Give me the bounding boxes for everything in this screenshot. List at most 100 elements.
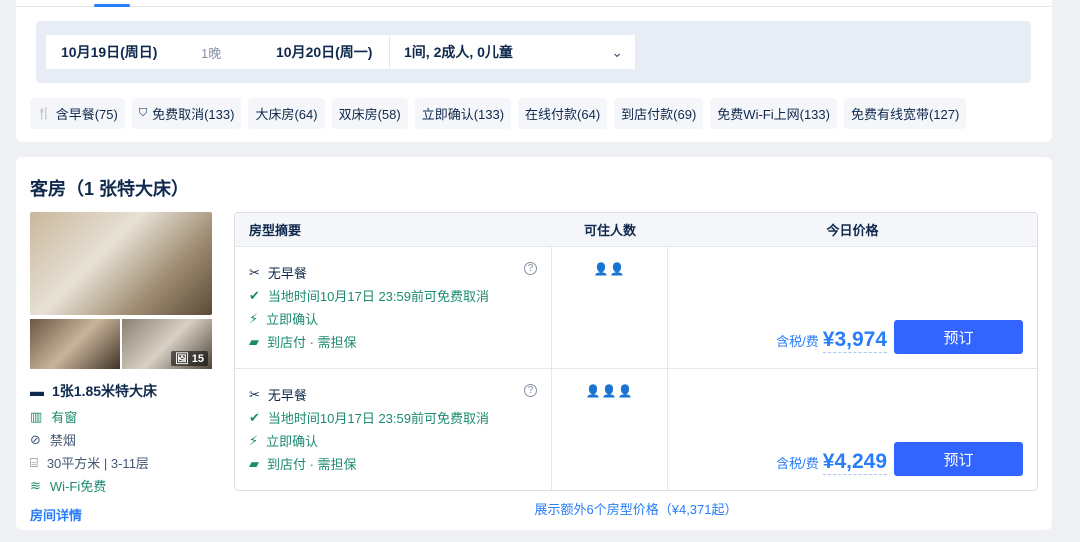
card-icon: ▰ xyxy=(249,333,259,349)
lightning-icon: ⚡ xyxy=(249,310,259,326)
smoking-info: ⊘ 禁烟 xyxy=(30,428,230,451)
meal-label: 无早餐 xyxy=(267,266,307,281)
chip-label: 双床房(58) xyxy=(338,107,401,122)
filter-breakfast[interactable]: 🍴 含早餐(75) xyxy=(30,98,125,129)
table-row: ✂ 无早餐 ? ✔ 当地时间10月17日 23:59前可免费取消 ⚡ 立即确认 ▰ 到店… xyxy=(235,246,1037,368)
chip-label: 大床房(64) xyxy=(255,107,318,122)
room-photo[interactable]: 🖼 15 xyxy=(122,319,212,369)
bed-label: 1张1.85米特大床 xyxy=(52,383,158,399)
room-photo[interactable] xyxy=(30,319,120,369)
window-label: 有窗 xyxy=(51,410,78,425)
filter-chips: 🍴 含早餐(75) ⛉ 免费取消(133) 大床房(64) 双床房(58) 立即确认… xyxy=(30,98,967,129)
book-button[interactable]: 预订 xyxy=(894,442,1023,476)
confirm-info: ⚡ 立即确认 xyxy=(249,307,537,330)
table-row: ✂ 无早餐 ? ✔ 当地时间10月17日 23:59前可免费取消 ⚡ 立即确认 ▰ 到店… xyxy=(235,368,1037,490)
cancel-label: 当地时间10月17日 23:59前可免费取消 xyxy=(267,411,489,426)
room-card: 客房（1 张特大床） 🖼 15 ▬ 1张1.85米特大床 ▥ 有窗 ⊘ 禁烟 ⌸ 30平… xyxy=(16,157,1052,530)
active-tab-indicator xyxy=(94,4,130,7)
table-header: 房型摘要 可住人数 今日价格 xyxy=(235,213,1037,246)
chevron-down-icon: ⌄ xyxy=(611,43,623,60)
chip-label: 免费有线宽带(127) xyxy=(850,107,960,122)
filter-free-wifi[interactable]: 免费Wi-Fi上网(133) xyxy=(710,98,837,129)
lightning-icon: ⚡ xyxy=(249,432,259,448)
filter-instant-confirm[interactable]: 立即确认(133) xyxy=(414,98,512,129)
search-panel: 10月19日(周日) 1晚 10月20日(周一) 1间, 2成人, 0儿童 ⌄ xyxy=(36,21,1031,83)
person-icon: 👤 xyxy=(585,384,602,398)
meal-info: ✂ 无早餐 xyxy=(249,383,537,406)
payment-info: ▰ 到店付 · 需担保 xyxy=(249,452,537,475)
payment-info: ▰ 到店付 · 需担保 xyxy=(249,330,537,353)
filter-pay-online[interactable]: 在线付款(64) xyxy=(518,98,608,129)
room-title: 客房（1 张特大床） xyxy=(30,179,190,199)
confirm-label: 立即确认 xyxy=(266,434,319,449)
photo-count: 🖼 15 xyxy=(170,351,208,366)
size-info: ⌸ 30平方米 | 3-11层 xyxy=(30,451,230,474)
date-guest-selector[interactable]: 10月19日(周日) 1晚 10月20日(周一) 1间, 2成人, 0儿童 ⌄ xyxy=(46,35,635,69)
cancel-info: ✔ 当地时间10月17日 23:59前可免费取消 xyxy=(249,284,537,307)
rate-table: 房型摘要 可住人数 今日价格 ✂ 无早餐 ? ✔ 当地时间10月17日 23:59前… xyxy=(234,212,1038,491)
window-icon: ▥ xyxy=(30,408,43,424)
occupancy-icons: 👤👤 xyxy=(552,247,668,368)
guest-selector[interactable]: 1间, 2成人, 0儿童 ⌄ xyxy=(389,35,635,69)
photo-count-value: 15 xyxy=(191,353,204,365)
filter-wired-broadband[interactable]: 免费有线宽带(127) xyxy=(843,98,967,129)
occupancy-icons: 👤👤👤 xyxy=(552,369,668,490)
payment-label: 到店付 · 需担保 xyxy=(267,335,357,350)
price: 含税/费 ¥3,974 xyxy=(776,328,887,353)
no-meal-icon: ✂ xyxy=(249,386,260,402)
chip-label: 立即确认(133) xyxy=(421,107,505,122)
search-card: 10月19日(周日) 1晚 10月20日(周一) 1间, 2成人, 0儿童 ⌄ 🍴… xyxy=(16,0,1052,142)
filter-free-cancel[interactable]: ⛉ 免费取消(133) xyxy=(131,98,242,129)
chip-label: 含早餐(75) xyxy=(55,107,118,122)
meal-label: 无早餐 xyxy=(267,388,307,403)
bed-icon: ▬ xyxy=(30,383,44,399)
utensils-icon: 🍴 xyxy=(37,108,51,120)
filter-pay-at-hotel[interactable]: 到店付款(69) xyxy=(614,98,704,129)
person-icon: 👤 xyxy=(609,262,626,276)
cancel-label: 当地时间10月17日 23:59前可免费取消 xyxy=(267,289,489,304)
price-value[interactable]: ¥3,974 xyxy=(822,328,887,353)
filter-king-bed[interactable]: 大床房(64) xyxy=(248,98,325,129)
chip-label: 免费取消(133) xyxy=(152,107,235,122)
show-more-rates-link[interactable]: 展示额外6个房型价格（¥4,371起） xyxy=(234,499,1038,518)
wifi-info: ≋ Wi-Fi免费 xyxy=(30,474,230,497)
room-info: ▬ 1张1.85米特大床 ▥ 有窗 ⊘ 禁烟 ⌸ 30平方米 | 3-11层 ≋ Wi-F… xyxy=(30,381,230,524)
check-circle-icon: ✔ xyxy=(249,409,260,425)
chip-label: 在线付款(64) xyxy=(525,107,601,122)
price-label: 含税/费 xyxy=(776,334,819,349)
guest-summary: 1间, 2成人, 0儿童 xyxy=(404,44,513,60)
confirm-label: 立即确认 xyxy=(266,312,319,327)
meal-info: ✂ 无早餐 xyxy=(249,261,537,284)
price-label: 含税/费 xyxy=(776,456,819,471)
room-size-icon: ⌸ xyxy=(30,454,38,470)
shield-check-icon: ⛉ xyxy=(138,107,148,119)
card-icon: ▰ xyxy=(249,455,259,471)
room-photo-main[interactable] xyxy=(30,212,212,315)
person-icon: 👤 xyxy=(593,262,610,276)
person-icon: 👤 xyxy=(617,384,634,398)
bed-info: ▬ 1张1.85米特大床 xyxy=(30,381,230,401)
window-info: ▥ 有窗 xyxy=(30,405,230,428)
header-summary: 房型摘要 xyxy=(249,223,302,238)
wifi-icon: ≋ xyxy=(30,477,41,493)
checkin-date[interactable]: 10月19日(周日) xyxy=(61,42,201,62)
filter-twin-bed[interactable]: 双床房(58) xyxy=(331,98,408,129)
room-details-link[interactable]: 房间详情 xyxy=(30,505,230,524)
book-button[interactable]: 预订 xyxy=(894,320,1023,354)
price-value[interactable]: ¥4,249 xyxy=(822,450,887,475)
confirm-info: ⚡ 立即确认 xyxy=(249,429,537,452)
tab-bar xyxy=(16,6,1052,7)
smoking-label: 禁烟 xyxy=(49,433,76,448)
chip-label: 到店付款(69) xyxy=(621,107,697,122)
size-label: 30平方米 | 3-11层 xyxy=(46,456,149,471)
checkout-date[interactable]: 10月20日(周一) xyxy=(276,42,389,62)
wifi-label: Wi-Fi免费 xyxy=(49,479,107,494)
check-circle-icon: ✔ xyxy=(249,287,260,303)
chip-label: 免费Wi-Fi上网(133) xyxy=(717,107,830,122)
person-icon: 👤 xyxy=(601,384,618,398)
cancel-info: ✔ 当地时间10月17日 23:59前可免费取消 xyxy=(249,406,537,429)
help-icon[interactable]: ? xyxy=(524,262,537,275)
price: 含税/费 ¥4,249 xyxy=(776,450,887,475)
no-meal-icon: ✂ xyxy=(249,264,260,280)
help-icon[interactable]: ? xyxy=(524,384,537,397)
